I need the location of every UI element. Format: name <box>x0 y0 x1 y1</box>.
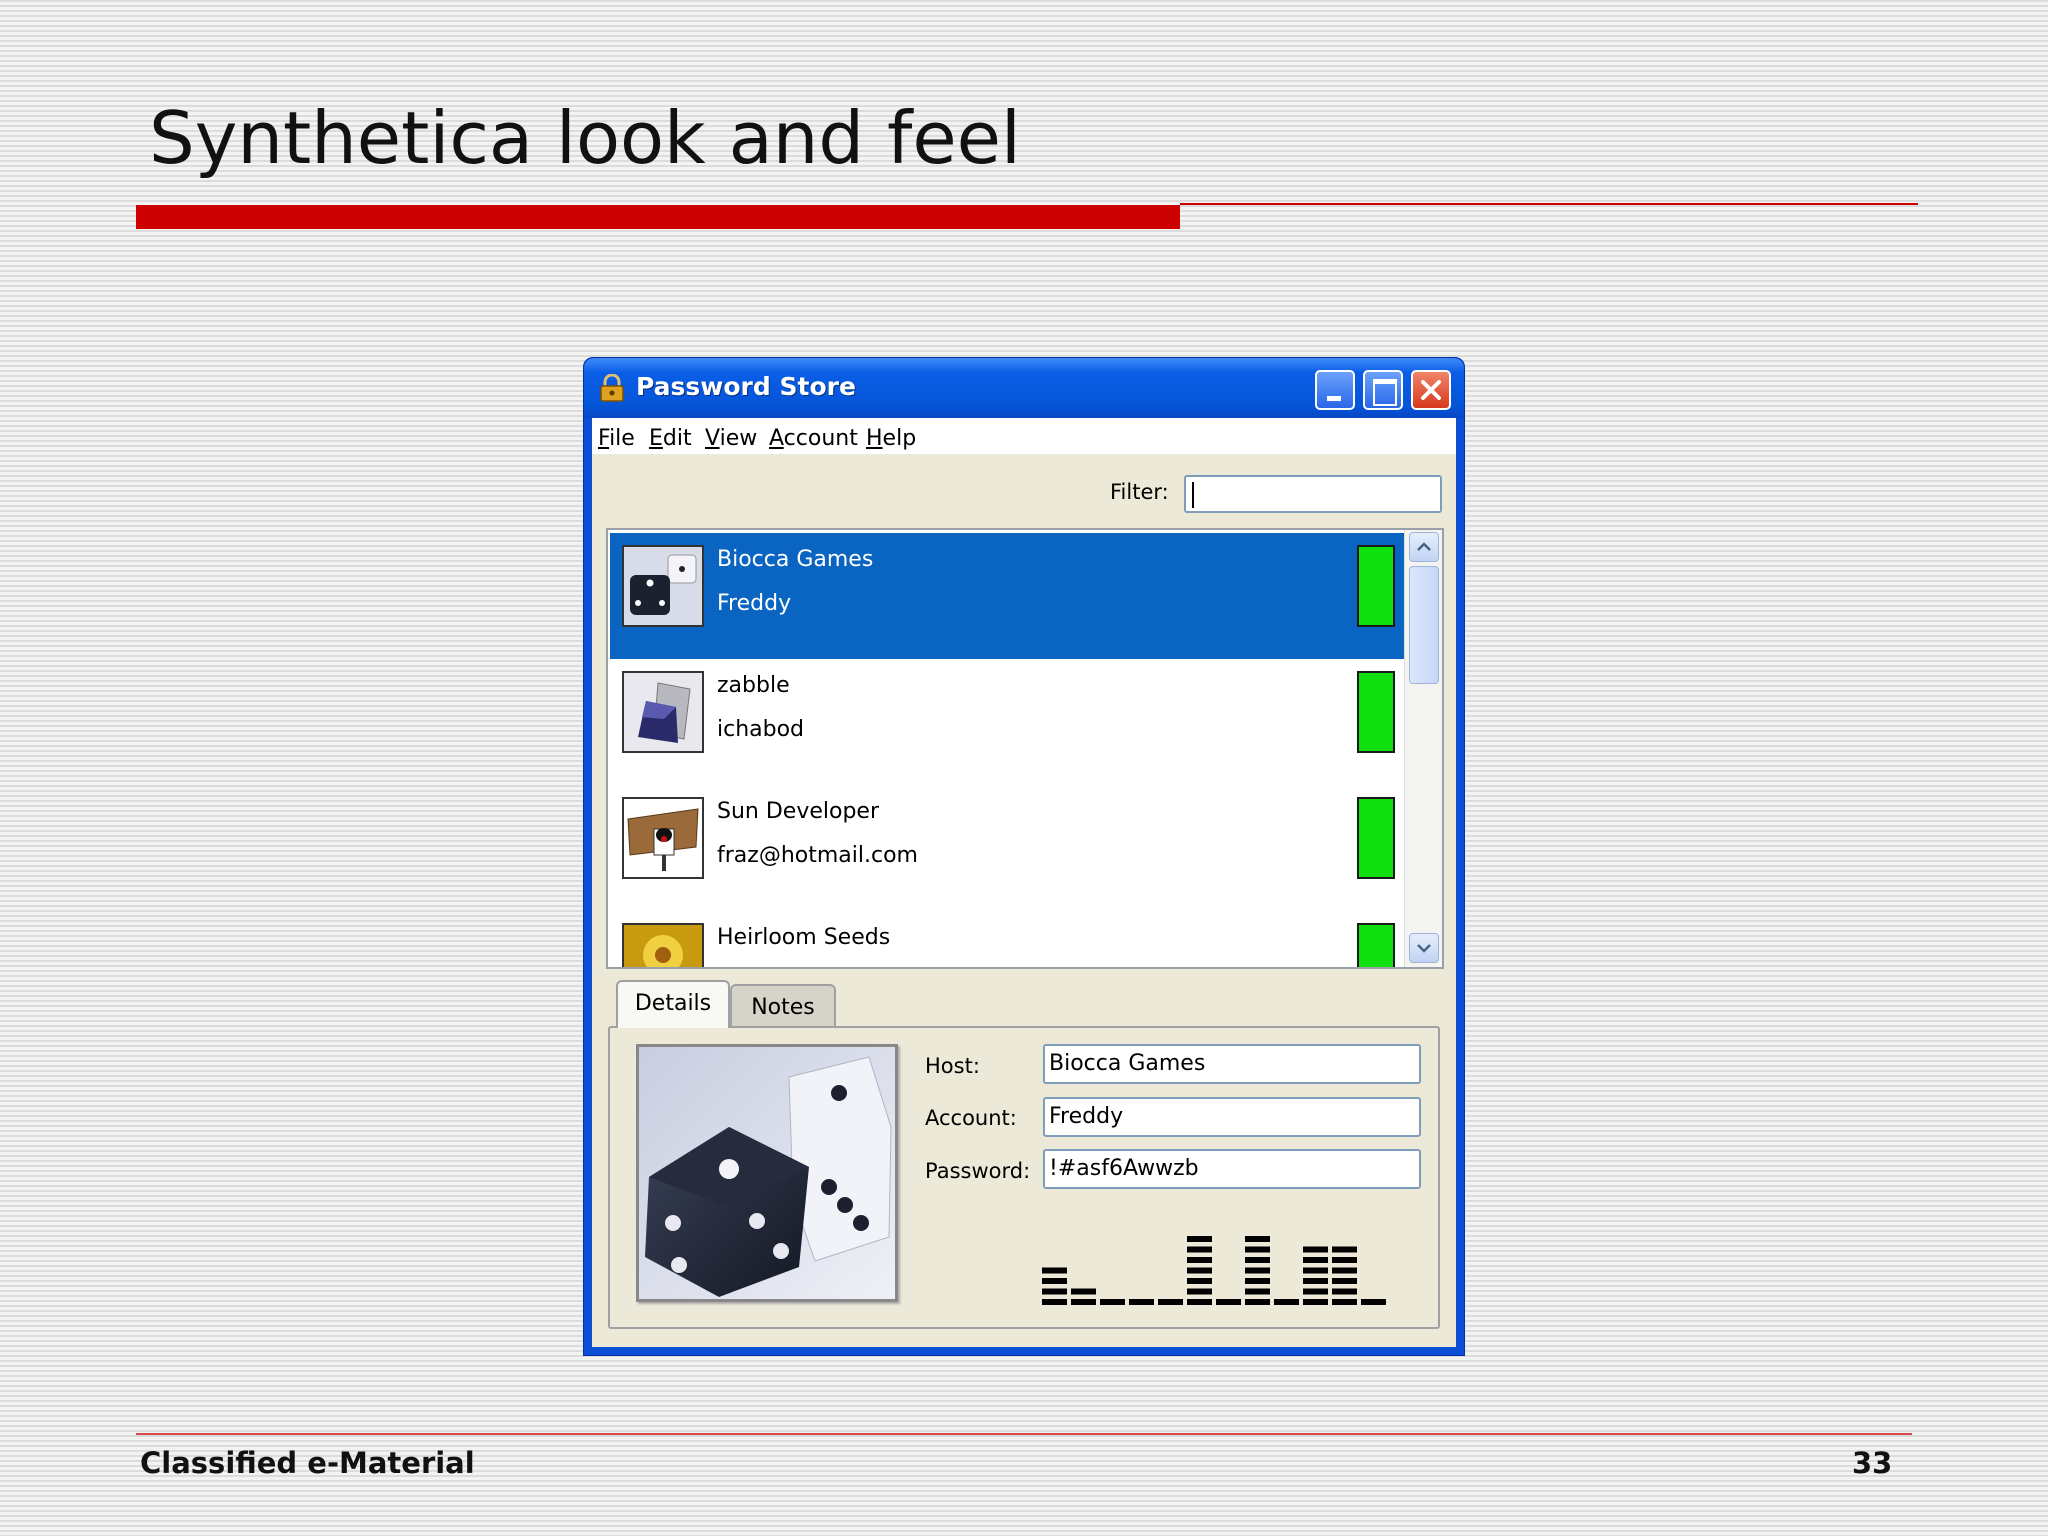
chart-segment <box>1042 1288 1067 1295</box>
chart-segment <box>1100 1299 1125 1305</box>
page-number: 33 <box>1852 1446 1893 1480</box>
chart-segment <box>1158 1299 1183 1305</box>
account-row-heirloom-seeds[interactable]: Heirloom Seeds <box>610 911 1405 967</box>
chart-segment <box>1303 1267 1328 1274</box>
chart-segment <box>1187 1288 1212 1295</box>
chart-segment <box>1042 1299 1067 1305</box>
chart-segment <box>1187 1299 1212 1305</box>
scroll-down-button[interactable] <box>1409 933 1439 963</box>
chart-segment <box>1071 1288 1096 1295</box>
chart-segment <box>1245 1288 1270 1295</box>
footer-rule <box>136 1433 1912 1435</box>
row-host: zabble <box>717 673 790 698</box>
title-rule-thin <box>1180 203 1918 205</box>
chart-segment <box>1303 1257 1328 1263</box>
scroll-thumb[interactable] <box>1409 566 1439 684</box>
chart-segment <box>1245 1236 1270 1242</box>
chart-segment <box>1332 1246 1357 1253</box>
dice-icon <box>622 545 704 627</box>
menu-account[interactable]: Account <box>769 426 858 451</box>
chart-segment <box>1332 1267 1357 1274</box>
details-panel: Host: Biocca Games Account: Freddy Passw… <box>608 1026 1440 1329</box>
password-store-window: Password Store File Edit View Account He… <box>583 357 1465 1356</box>
row-account: fraz@hotmail.com <box>717 843 918 868</box>
chart-segment <box>1245 1267 1270 1274</box>
row-host: Heirloom Seeds <box>717 925 891 950</box>
folder-icon <box>622 671 704 753</box>
account-field[interactable]: Freddy <box>1043 1097 1421 1137</box>
chart-segment <box>1216 1299 1241 1305</box>
window-title: Password Store <box>636 372 856 401</box>
chart-segment <box>1361 1299 1386 1305</box>
chart-segment <box>1187 1267 1212 1274</box>
host-field[interactable]: Biocca Games <box>1043 1044 1421 1084</box>
strength-indicator <box>1357 545 1395 627</box>
chart-segment <box>1129 1299 1154 1305</box>
chevron-down-icon <box>1417 944 1431 953</box>
chart-segment <box>1187 1246 1212 1253</box>
chart-segment <box>1187 1257 1212 1263</box>
menu-edit[interactable]: Edit <box>649 426 692 451</box>
password-label: Password: <box>925 1159 1031 1183</box>
strength-indicator <box>1357 923 1395 967</box>
window-titlebar[interactable]: Password Store <box>584 358 1464 418</box>
chart-segment <box>1187 1278 1212 1284</box>
list-scrollbar[interactable] <box>1404 530 1442 967</box>
menu-bar: File Edit View Account Help <box>592 418 1456 454</box>
chart-segment <box>1187 1236 1212 1242</box>
account-list[interactable]: Biocca Games Freddy zabble ichabod Sun D… <box>606 528 1444 969</box>
chart-segment <box>1245 1299 1270 1305</box>
chart-segment <box>1274 1299 1299 1305</box>
host-label: Host: <box>925 1054 980 1078</box>
text-caret <box>1192 482 1194 508</box>
chart-segment <box>1303 1278 1328 1284</box>
filter-input[interactable] <box>1184 475 1442 513</box>
menu-file[interactable]: File <box>598 426 635 451</box>
slide-title: Synthetica look and feel <box>149 96 1021 180</box>
chart-segment <box>1042 1278 1067 1284</box>
chevron-up-icon <box>1417 542 1431 551</box>
chart-segment <box>1332 1278 1357 1284</box>
title-rule <box>136 205 1180 229</box>
account-label: Account: <box>925 1106 1017 1130</box>
lock-icon <box>600 374 624 402</box>
menu-help[interactable]: Help <box>866 426 916 451</box>
password-strength-chart <box>1042 1236 1386 1305</box>
chart-segment <box>1042 1267 1067 1274</box>
row-account: Freddy <box>717 591 792 616</box>
account-row-sun-developer[interactable]: Sun Developer fraz@hotmail.com <box>610 785 1405 911</box>
chart-segment <box>1303 1299 1328 1305</box>
strength-indicator <box>1357 671 1395 753</box>
filter-label: Filter: <box>1110 480 1169 504</box>
chart-segment <box>1332 1257 1357 1263</box>
chart-segment <box>1245 1257 1270 1263</box>
chart-segment <box>1071 1299 1096 1305</box>
row-account: ichabod <box>717 717 805 742</box>
row-host: Sun Developer <box>717 799 879 824</box>
maximize-button[interactable] <box>1363 370 1403 410</box>
chart-segment <box>1303 1246 1328 1253</box>
tab-details[interactable]: Details <box>616 980 730 1028</box>
footer-label: Classified e-Material <box>140 1446 475 1480</box>
duke-icon <box>622 797 704 879</box>
chart-segment <box>1332 1288 1357 1295</box>
tab-notes[interactable]: Notes <box>730 984 836 1028</box>
strength-indicator <box>1357 797 1395 879</box>
password-field[interactable]: !#asf6Awwzb <box>1043 1149 1421 1189</box>
flower-icon <box>622 923 704 967</box>
close-button[interactable] <box>1411 370 1451 410</box>
scroll-up-button[interactable] <box>1409 532 1439 562</box>
chart-segment <box>1332 1299 1357 1305</box>
chart-segment <box>1245 1246 1270 1253</box>
menu-view[interactable]: View <box>705 426 757 451</box>
chart-segment <box>1303 1288 1328 1295</box>
chart-segment <box>1245 1278 1270 1284</box>
account-row-zabble[interactable]: zabble ichabod <box>610 659 1405 785</box>
close-icon <box>1421 380 1441 400</box>
window-content: File Edit View Account Help Filter: Bioc… <box>592 418 1456 1347</box>
row-host: Biocca Games <box>717 547 874 572</box>
account-row-biocca-games[interactable]: Biocca Games Freddy <box>610 533 1405 659</box>
dice-image <box>636 1044 898 1302</box>
minimize-button[interactable] <box>1315 370 1355 410</box>
